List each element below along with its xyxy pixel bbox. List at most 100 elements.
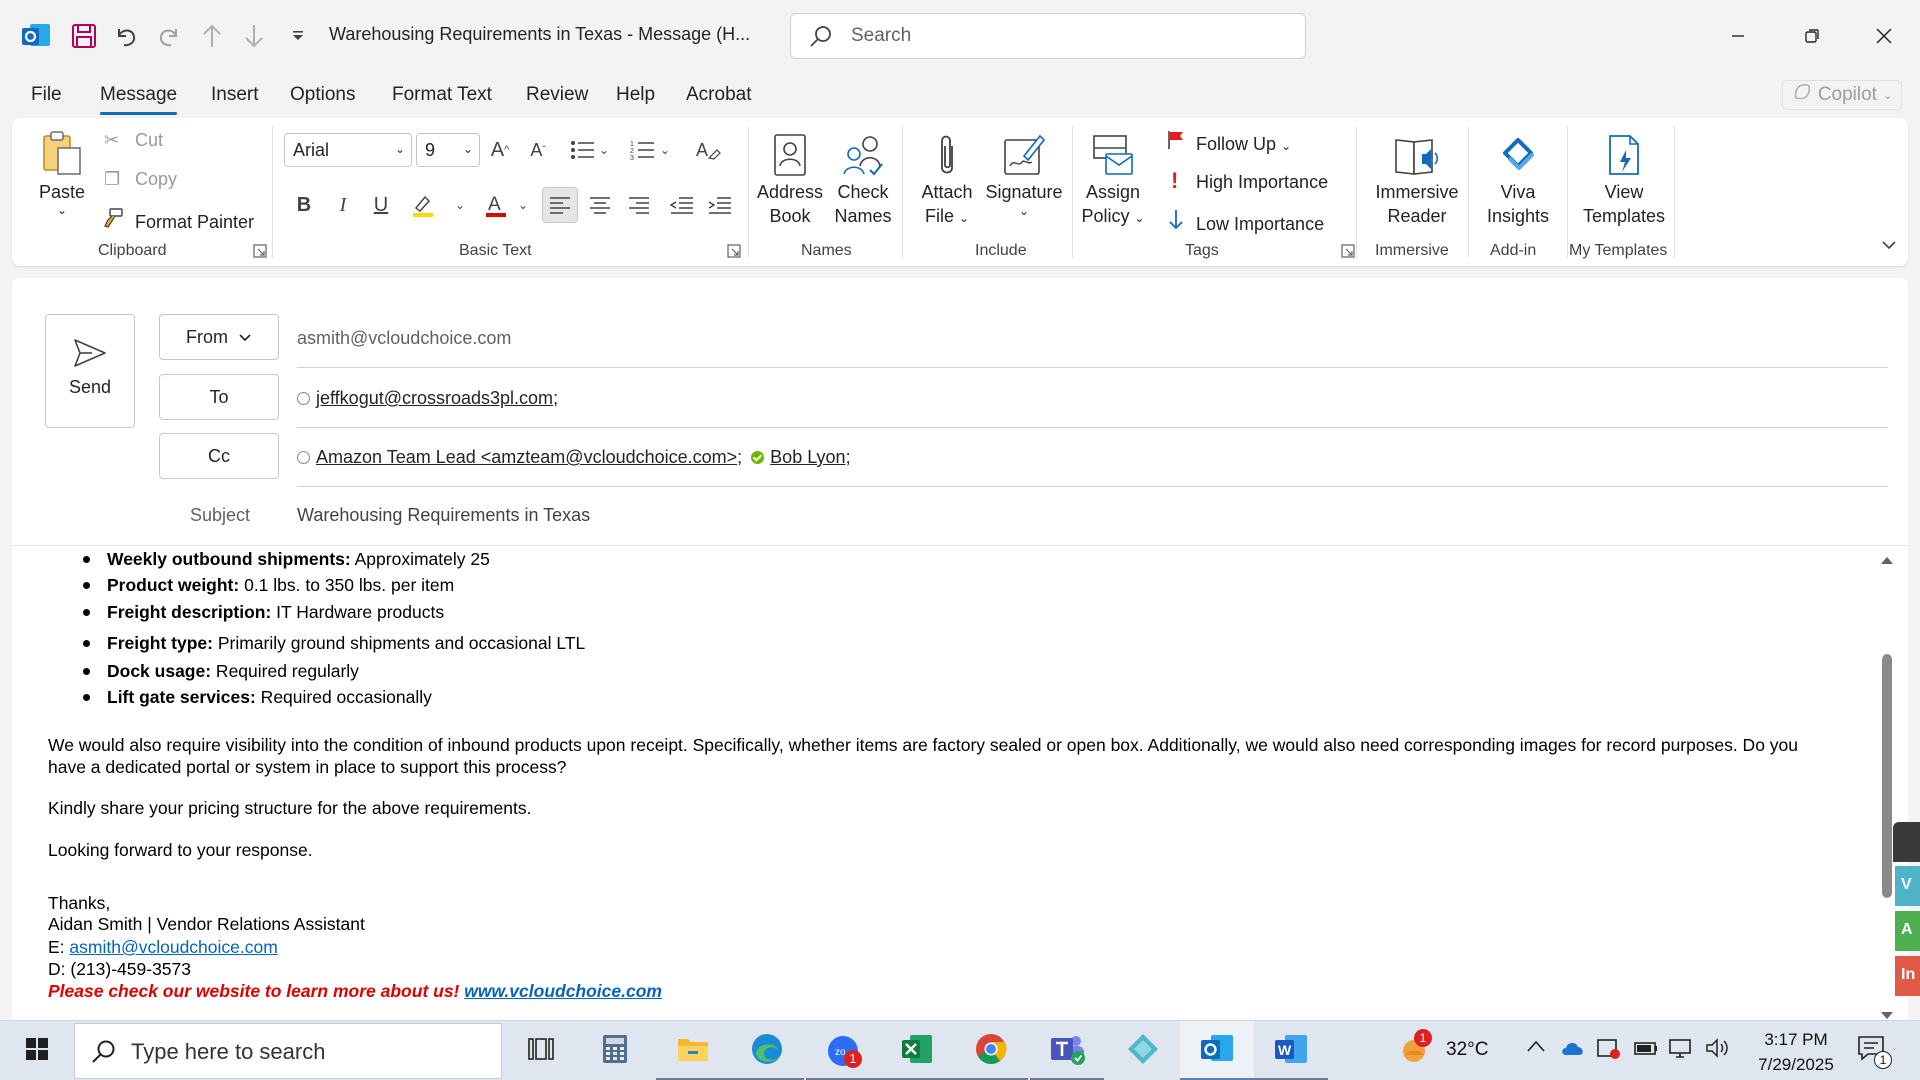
to-recipient-address[interactable]: jeffkogut@crossroads3pl.com — [316, 388, 553, 409]
font-color-icon[interactable]: A — [480, 189, 512, 221]
signature-button[interactable]: Signature ⌄ — [982, 122, 1066, 218]
ribbon-collapse-icon[interactable] — [1880, 236, 1900, 256]
task-view-button[interactable] — [504, 1021, 578, 1080]
cc-recipient-address[interactable]: Amazon Team Lead <amzteam@vcloudchoice.c… — [316, 447, 737, 468]
taskbar-chrome[interactable] — [954, 1021, 1028, 1080]
tab-format-text[interactable]: Format Text — [392, 84, 492, 106]
search-input[interactable] — [851, 24, 1251, 48]
basic-text-dialog-launcher-icon[interactable] — [727, 244, 741, 258]
align-right-icon[interactable] — [623, 189, 655, 221]
from-button[interactable]: From — [159, 314, 279, 360]
decrease-indent-icon[interactable] — [666, 189, 698, 221]
clock[interactable]: 3:17 PM 7/29/2025 — [1740, 1027, 1852, 1077]
copy-button[interactable]: ❐ Copy — [104, 169, 177, 190]
temperature[interactable]: 32°C — [1446, 1039, 1488, 1061]
chevron-down-icon[interactable]: ⌄ — [515, 189, 531, 221]
tags-dialog-launcher-icon[interactable] — [1341, 244, 1355, 258]
numbering-icon[interactable]: 123 — [627, 134, 659, 166]
high-importance-button[interactable]: ! High Importance — [1167, 168, 1328, 194]
minimize-icon[interactable] — [1718, 16, 1758, 56]
taskbar-search[interactable] — [74, 1023, 502, 1079]
font-name-select[interactable]: Arial ⌄ — [284, 133, 412, 167]
tab-review[interactable]: Review — [526, 84, 588, 106]
chevron-down-icon[interactable]: ⌄ — [657, 134, 673, 166]
italic-icon[interactable]: I — [327, 189, 359, 221]
tab-message[interactable]: Message — [100, 84, 178, 115]
taskbar-teams[interactable] — [1030, 1021, 1104, 1080]
cc-recipients[interactable]: Amazon Team Lead <amzteam@vcloudchoice.c… — [297, 447, 851, 468]
side-tab-a[interactable]: A — [1895, 911, 1920, 951]
copilot-button[interactable]: Copilot ⌄ — [1782, 80, 1902, 110]
tab-insert[interactable]: Insert — [211, 84, 259, 106]
chevron-down-icon[interactable]: ⌄ — [596, 134, 612, 166]
restore-icon[interactable] — [1792, 16, 1832, 56]
taskbar-edge[interactable] — [730, 1021, 804, 1080]
chevron-up-icon[interactable] — [1526, 1039, 1546, 1058]
align-center-icon[interactable] — [584, 189, 616, 221]
undo-icon[interactable] — [110, 20, 142, 52]
taskbar-excel[interactable] — [880, 1021, 954, 1080]
security-icon[interactable] — [1596, 1037, 1622, 1066]
onedrive-icon[interactable] — [1560, 1039, 1586, 1062]
font-size-select[interactable]: 9 ⌄ — [416, 133, 480, 167]
save-icon[interactable] — [68, 20, 100, 52]
redo-icon[interactable] — [153, 20, 185, 52]
taskbar-calculator[interactable] — [578, 1021, 652, 1080]
paste-button[interactable]: Paste ⌄ — [34, 122, 90, 216]
signature-email-link[interactable]: asmith@vcloudchoice.com — [69, 937, 277, 957]
side-panel-handle[interactable] — [1893, 822, 1920, 862]
volume-icon[interactable] — [1704, 1037, 1730, 1064]
low-importance-button[interactable]: Low Importance — [1167, 208, 1324, 235]
start-button[interactable] — [0, 1021, 74, 1080]
weather-widget[interactable]: 1 — [1398, 1029, 1436, 1071]
cut-button[interactable]: ✂ Cut — [104, 130, 163, 151]
battery-icon[interactable] — [1633, 1039, 1659, 1062]
bold-icon[interactable]: B — [288, 189, 320, 221]
cc-button[interactable]: Cc — [159, 433, 279, 479]
clear-formatting-icon[interactable]: A — [692, 134, 724, 166]
to-recipient[interactable]: jeffkogut@crossroads3pl.com; — [297, 388, 558, 409]
immersive-reader-button[interactable]: Immersive Reader — [1362, 122, 1472, 228]
attach-file-button[interactable]: Attach File ⌄ — [914, 122, 980, 230]
underline-icon[interactable]: U — [365, 189, 397, 221]
tab-help[interactable]: Help — [616, 84, 655, 106]
side-tab-in[interactable]: In — [1895, 956, 1920, 996]
tab-options[interactable]: Options — [290, 84, 355, 106]
network-icon[interactable] — [1668, 1037, 1694, 1064]
send-button[interactable]: Send — [45, 314, 135, 428]
address-book-button[interactable]: Address Book — [754, 122, 826, 228]
viva-insights-button[interactable]: Viva Insights — [1475, 122, 1561, 228]
cc-recipient-name[interactable]: Bob Lyon — [770, 447, 845, 468]
shrink-font-icon[interactable]: Aˇ — [522, 134, 554, 166]
assign-policy-button[interactable]: Assign Policy ⌄ — [1080, 122, 1146, 230]
down-arrow-icon[interactable] — [238, 20, 270, 52]
close-icon[interactable] — [1864, 16, 1904, 56]
taskbar-app[interactable] — [1106, 1021, 1180, 1080]
up-arrow-icon[interactable] — [196, 20, 228, 52]
tab-file[interactable]: File — [31, 84, 62, 106]
bullets-icon[interactable] — [567, 134, 599, 166]
increase-indent-icon[interactable] — [704, 189, 736, 221]
taskbar-file-explorer[interactable] — [656, 1021, 730, 1080]
align-left-icon[interactable] — [542, 187, 578, 223]
format-painter-button[interactable]: Format Painter — [102, 208, 254, 233]
tab-acrobat[interactable]: Acrobat — [686, 84, 751, 106]
subject-input[interactable]: Warehousing Requirements in Texas — [297, 505, 590, 526]
clipboard-dialog-launcher-icon[interactable] — [253, 244, 267, 258]
check-names-button[interactable]: Check Names — [830, 122, 896, 228]
taskbar-word[interactable]: W — [1254, 1021, 1328, 1080]
scroll-up-icon[interactable] — [1880, 552, 1894, 570]
message-body[interactable]: Weekly outbound shipments: Approximately… — [35, 547, 1865, 1017]
scrollbar-thumb[interactable] — [1882, 654, 1892, 898]
taskbar-search-input[interactable] — [131, 1038, 471, 1066]
side-tab-v[interactable]: V — [1895, 866, 1920, 906]
signature-website-link[interactable]: www.vcloudchoice.com — [464, 981, 662, 1001]
view-templates-button[interactable]: View Templates — [1572, 122, 1676, 228]
taskbar-outlook[interactable] — [1180, 1021, 1254, 1080]
highlight-icon[interactable] — [407, 189, 439, 221]
to-button[interactable]: To — [159, 374, 279, 420]
notifications-button[interactable]: 1 — [1856, 1033, 1896, 1073]
grow-font-icon[interactable]: A ^ — [484, 134, 516, 166]
customize-icon[interactable] — [282, 20, 314, 52]
chevron-down-icon[interactable]: ⌄ — [452, 189, 468, 221]
